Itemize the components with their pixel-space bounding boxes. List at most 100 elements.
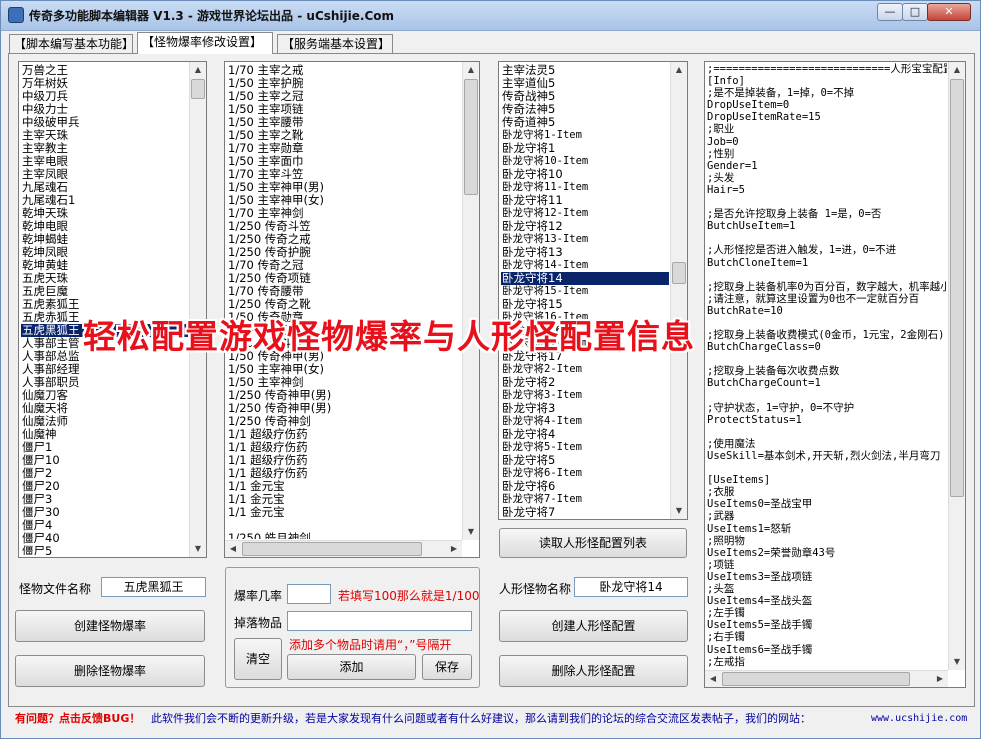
drop-rate-input[interactable] bbox=[287, 584, 331, 604]
feedback-link[interactable]: 有问题？点击反馈BUG！ bbox=[15, 707, 140, 731]
status-bar: 有问题？点击反馈BUG！ 此软件我们会不断的更新升级，若是大家发现有什么问题或者… bbox=[1, 707, 980, 731]
scroll-down-arrow-icon[interactable]: ▼ bbox=[949, 654, 965, 670]
list-item[interactable]: 卧龙守将12 bbox=[501, 220, 669, 233]
app-icon bbox=[8, 7, 24, 23]
drop-list-hscrollbar[interactable]: ◀ ▶ bbox=[225, 540, 462, 557]
human-list-scrollbar[interactable]: ▲ ▼ bbox=[670, 62, 687, 519]
human-name-field[interactable]: 卧龙守将14 bbox=[574, 577, 688, 597]
config-line: ;左戒指 bbox=[707, 655, 745, 668]
list-item[interactable]: 卧龙守将3 bbox=[501, 402, 669, 415]
config-line: ;项链 bbox=[707, 558, 735, 571]
human-monster-list-items: 主宰法灵5 主宰道仙5 传奇战神5 传奇法神5 传奇道神5 卧龙守将1-Item 卧龙守将1… bbox=[501, 64, 669, 517]
tab-script-basic[interactable]: 【脚本编写基本功能】 bbox=[9, 34, 134, 54]
scroll-thumb[interactable] bbox=[950, 79, 964, 497]
scroll-up-arrow-icon[interactable]: ▲ bbox=[190, 62, 206, 78]
list-item[interactable]: 卧龙守将14 bbox=[501, 272, 669, 285]
minimize-button[interactable]: — bbox=[877, 3, 903, 21]
config-line: ;是不是掉装备，1=掉，0=不掉 bbox=[707, 87, 855, 100]
list-item[interactable]: 传奇道神5 bbox=[501, 116, 669, 129]
scroll-thumb[interactable] bbox=[672, 262, 686, 284]
config-line: ;头发 bbox=[707, 171, 735, 184]
config-line: UseItems3=圣战项链 bbox=[707, 570, 813, 583]
create-monster-drop-button[interactable]: 创建怪物爆率 bbox=[15, 610, 205, 642]
delete-human-config-button[interactable]: 删除人形怪配置 bbox=[499, 655, 688, 687]
list-item[interactable]: 僵尸5 bbox=[21, 545, 188, 556]
config-line: ;人形怪挖是否进入触发，1=进，0=不进 bbox=[707, 244, 897, 257]
add-button[interactable]: 添加 bbox=[287, 654, 416, 680]
config-hscrollbar[interactable]: ◀ ▶ bbox=[705, 670, 948, 687]
config-line: ;衣服 bbox=[707, 486, 735, 499]
list-item[interactable]: 卧龙守将6 bbox=[501, 480, 669, 493]
scroll-left-arrow-icon[interactable]: ◀ bbox=[705, 671, 721, 687]
status-message: 此软件我们会不断的更新升级，若是大家发现有什么问题或者有什么好建议，那么请到我们… bbox=[151, 712, 811, 725]
config-line: ;使用魔法 bbox=[707, 437, 756, 450]
config-line: ;挖取身上装备机率0为百分百，数字越大，机率越小 bbox=[707, 280, 947, 293]
config-text-editor[interactable]: ;============================人形宝宝配置 [Info… bbox=[704, 61, 966, 688]
scroll-down-arrow-icon[interactable]: ▼ bbox=[190, 541, 206, 557]
config-line: UseItems2=荣誉勋章43号 bbox=[707, 546, 836, 559]
tab-server-basic[interactable]: 【服务端基本设置】 bbox=[277, 34, 393, 54]
window-title: 传奇多功能脚本编辑器 V1.3 - 游戏世界论坛出品 - uCshijie.Co… bbox=[29, 9, 395, 23]
monster-file-name-field[interactable]: 五虎黑狐王 bbox=[101, 577, 206, 597]
human-monster-list[interactable]: 主宰法灵5 主宰道仙5 传奇战神5 传奇法神5 传奇道神5 卧龙守将1-Item 卧龙守将1… bbox=[498, 61, 688, 520]
scroll-thumb[interactable] bbox=[464, 79, 478, 195]
config-line: ;性别 bbox=[707, 147, 735, 160]
list-item[interactable]: 卧龙守将11 bbox=[501, 194, 669, 207]
monster-list-items: 万兽之王 万年树妖 中级刀兵 中级力士 中级破甲兵 主宰天珠 主宰教主 主宰电眼 主宰凤眼 九尾魂… bbox=[21, 64, 188, 555]
drop-item-list[interactable]: 1/70 主宰之戒 1/50 主宰护腕 1/50 主宰之冠 1/50 主宰项链 1/50… bbox=[224, 61, 480, 558]
delete-monster-drop-button[interactable]: 删除怪物爆率 bbox=[15, 655, 205, 687]
config-vscrollbar[interactable]: ▲ ▼ bbox=[948, 62, 965, 670]
drop-list-vscrollbar[interactable]: ▲ ▼ bbox=[462, 62, 479, 540]
website-link[interactable]: www.ucshijie.com bbox=[871, 707, 967, 731]
create-human-config-button[interactable]: 创建人形怪配置 bbox=[499, 610, 688, 642]
drop-item-input[interactable] bbox=[287, 611, 472, 631]
list-item[interactable]: 卧龙守将10 bbox=[501, 168, 669, 181]
monster-list-scrollbar[interactable]: ▲ ▼ bbox=[189, 62, 206, 557]
config-line bbox=[707, 390, 947, 402]
list-item[interactable]: 卧龙守将5 bbox=[501, 454, 669, 467]
config-line bbox=[707, 269, 947, 281]
scroll-up-arrow-icon[interactable]: ▲ bbox=[463, 62, 479, 78]
tab-monster-drop-rate[interactable]: 【怪物爆率修改设置】 bbox=[137, 32, 273, 54]
config-line: ;请注意，就算这里设置为0也不一定就百分百 bbox=[707, 292, 920, 305]
scroll-down-arrow-icon[interactable]: ▼ bbox=[463, 524, 479, 540]
drop-rate-label: 爆率几率 bbox=[234, 589, 283, 603]
config-line: Gender=1 bbox=[707, 159, 758, 172]
config-line: ButchCloneItem=1 bbox=[707, 256, 809, 269]
close-button[interactable]: ✕ bbox=[927, 3, 971, 21]
list-item[interactable]: 卧龙守将1 bbox=[501, 142, 669, 155]
config-line: ;守护状态，1=守护，0=不守护 bbox=[707, 401, 855, 414]
title-bar[interactable]: 传奇多功能脚本编辑器 V1.3 - 游戏世界论坛出品 - uCshijie.Co… bbox=[1, 1, 980, 31]
scroll-left-arrow-icon[interactable]: ◀ bbox=[225, 541, 241, 557]
config-line: ;右手镯 bbox=[707, 631, 745, 644]
list-item[interactable]: 卧龙守将4 bbox=[501, 428, 669, 441]
config-line: DropUseItemRate=15 bbox=[707, 111, 821, 124]
scroll-thumb[interactable] bbox=[722, 672, 910, 686]
config-line: DropUseItem=0 bbox=[707, 99, 790, 112]
config-line bbox=[707, 426, 947, 438]
list-item[interactable]: 1/1 金元宝 bbox=[227, 506, 461, 519]
drop-item-label: 掉落物品 bbox=[234, 616, 283, 630]
save-button[interactable]: 保存 bbox=[422, 654, 472, 680]
maximize-button[interactable]: □ bbox=[902, 3, 928, 21]
monster-list[interactable]: 万兽之王 万年树妖 中级刀兵 中级力士 中级破甲兵 主宰天珠 主宰教主 主宰电眼 主宰凤眼 九尾魂… bbox=[18, 61, 207, 558]
clear-button[interactable]: 清空 bbox=[234, 638, 282, 680]
list-item[interactable]: 卧龙守将2 bbox=[501, 376, 669, 389]
scroll-down-arrow-icon[interactable]: ▼ bbox=[671, 503, 687, 519]
scroll-thumb[interactable] bbox=[242, 542, 422, 556]
config-line: ;挖取身上装备每次收费点数 bbox=[707, 365, 840, 378]
drop-item-list-items: 1/70 主宰之戒 1/50 主宰护腕 1/50 主宰之冠 1/50 主宰项链 1/50… bbox=[227, 64, 461, 539]
scroll-up-arrow-icon[interactable]: ▲ bbox=[949, 62, 965, 78]
list-item[interactable]: 卧龙守将7 bbox=[501, 506, 669, 518]
config-line: ;头盔 bbox=[707, 583, 735, 596]
list-item[interactable]: 卧龙守将13 bbox=[501, 246, 669, 259]
list-item[interactable]: 1/250 皓月神剑 bbox=[227, 532, 461, 540]
scroll-right-arrow-icon[interactable]: ▶ bbox=[446, 541, 462, 557]
monster-file-label: 怪物文件名称 bbox=[19, 582, 92, 596]
scroll-up-arrow-icon[interactable]: ▲ bbox=[671, 62, 687, 78]
scroll-thumb[interactable] bbox=[191, 79, 205, 99]
list-item[interactable]: 卧龙守将15 bbox=[501, 298, 669, 311]
read-human-config-button[interactable]: 读取人形怪配置列表 bbox=[499, 528, 687, 558]
config-line: Hair=5 bbox=[707, 183, 745, 196]
scroll-right-arrow-icon[interactable]: ▶ bbox=[932, 671, 948, 687]
